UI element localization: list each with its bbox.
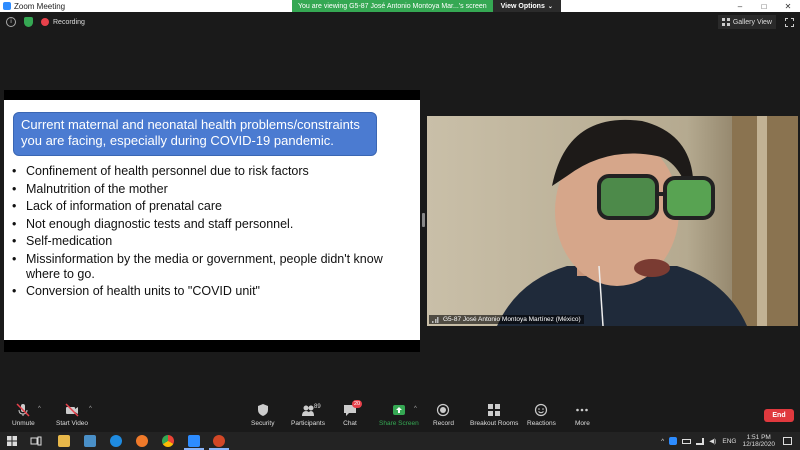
- clock-date: 12/18/2020: [742, 441, 775, 448]
- list-item: Malnutrition of the mother: [12, 182, 412, 197]
- share-screen-button[interactable]: Share Screen: [379, 403, 419, 427]
- chevron-down-icon: ⌄: [547, 3, 553, 10]
- video-options-chevron-icon[interactable]: ^: [89, 406, 92, 412]
- tray-app-icon[interactable]: [669, 437, 678, 445]
- video-frame: [427, 116, 798, 326]
- slide-heading: Current maternal and neonatal health pro…: [13, 112, 377, 156]
- zoom-app-icon: [3, 2, 11, 10]
- share-options-chevron-icon[interactable]: ^: [414, 406, 417, 412]
- close-button[interactable]: ✕: [776, 0, 800, 12]
- os-taskbar: ^ ◀) ENG 1:51 PM 12/18/2020: [0, 432, 800, 450]
- encryption-shield-icon[interactable]: [24, 17, 33, 27]
- share-screen-icon: [392, 405, 405, 415]
- start-video-label: Start Video: [56, 420, 89, 427]
- window-title: Zoom Meeting: [14, 1, 66, 11]
- start-video-button[interactable]: Start Video: [56, 403, 88, 427]
- system-tray: ^ ◀) ENG 1:51 PM 12/18/2020: [661, 432, 792, 450]
- view-options-label: View Options: [500, 2, 545, 10]
- video-off-icon: [65, 403, 79, 417]
- participants-count: 89: [314, 404, 321, 410]
- volume-icon[interactable]: ◀): [709, 437, 716, 445]
- participant-name-label: G5-87 José Antonio Montoya Martínez (Méx…: [429, 315, 584, 324]
- resize-handle[interactable]: [422, 213, 425, 227]
- list-item: Self-medication: [12, 234, 412, 249]
- notepad-icon[interactable]: [84, 435, 96, 447]
- signal-strength-icon: [432, 316, 440, 323]
- gallery-view-button[interactable]: Gallery View: [717, 15, 776, 29]
- view-options-button[interactable]: View Options ⌄: [492, 0, 561, 12]
- security-button[interactable]: Security: [251, 403, 274, 427]
- reactions-button[interactable]: Reactions: [527, 403, 556, 427]
- language-indicator[interactable]: ENG: [722, 438, 736, 445]
- unmute-label: Unmute: [12, 420, 35, 427]
- end-meeting-button[interactable]: End: [764, 409, 794, 422]
- recording-dot-icon: [41, 18, 49, 26]
- record-button[interactable]: Record: [433, 403, 454, 427]
- notifications-icon[interactable]: [783, 437, 792, 445]
- participants-label: Participants: [291, 420, 325, 427]
- edge-browser-icon[interactable]: [110, 435, 122, 447]
- chrome-icon[interactable]: [162, 435, 174, 447]
- fullscreen-icon[interactable]: [785, 18, 794, 27]
- list-item: Confinement of health personnel due to r…: [12, 164, 412, 179]
- network-icon[interactable]: [696, 437, 705, 445]
- reactions-label: Reactions: [527, 420, 556, 427]
- zoom-taskbar-icon[interactable]: [188, 435, 200, 447]
- window-controls: – □ ✕: [728, 0, 800, 12]
- recording-label: Recording: [53, 18, 85, 26]
- clock[interactable]: 1:51 PM 12/18/2020: [742, 434, 775, 448]
- more-dots-icon: [576, 408, 589, 412]
- chat-unread-badge: 20: [352, 400, 363, 408]
- more-label: More: [575, 420, 590, 427]
- file-explorer-icon[interactable]: [58, 435, 70, 447]
- chat-button[interactable]: 20 Chat: [343, 400, 363, 427]
- maximize-button[interactable]: □: [752, 0, 776, 12]
- list-item: Missinformation by the media or governme…: [12, 252, 412, 282]
- security-label: Security: [251, 420, 275, 427]
- chevron-up-icon[interactable]: ^: [661, 438, 664, 445]
- meeting-toolbar: Unmute ^ Start Video ^ Security 89 Parti…: [0, 400, 800, 432]
- minimize-button[interactable]: –: [728, 0, 752, 12]
- shield-icon: [257, 404, 268, 416]
- list-item: Lack of information of prenatal care: [12, 199, 412, 214]
- breakout-rooms-button[interactable]: Breakout Rooms: [470, 403, 518, 427]
- viewing-banner-text: You are viewing G5-87 José Antonio Monto…: [298, 2, 487, 10]
- slide-bullet-list: Confinement of health personnel due to r…: [12, 164, 412, 302]
- shared-screen: Current maternal and neonatal health pro…: [4, 90, 420, 352]
- firefox-icon[interactable]: [136, 435, 148, 447]
- participant-video[interactable]: G5-87 José Antonio Montoya Martínez (Méx…: [427, 116, 798, 326]
- reactions-icon: [535, 403, 548, 417]
- grid-icon: [721, 18, 730, 26]
- list-item: Not enough diagnostic tests and staff pe…: [12, 217, 412, 232]
- gallery-view-label: Gallery View: [732, 18, 772, 26]
- muted-microphone-icon: [16, 403, 30, 417]
- unmute-button[interactable]: Unmute: [12, 403, 35, 427]
- record-label: Record: [433, 420, 454, 427]
- breakout-rooms-icon: [488, 404, 501, 416]
- list-item: Conversion of health units to "COVID uni…: [12, 284, 412, 299]
- record-icon: [437, 403, 450, 417]
- chat-icon-wrap: 20: [343, 400, 363, 417]
- meeting-top-bar: i Recording Gallery View: [0, 12, 800, 32]
- chat-label: Chat: [343, 420, 357, 427]
- recording-indicator[interactable]: Recording: [41, 18, 85, 26]
- more-button[interactable]: More: [575, 403, 590, 427]
- breakout-rooms-label: Breakout Rooms: [470, 420, 519, 427]
- powerpoint-icon[interactable]: [213, 435, 225, 447]
- participants-button[interactable]: 89 Participants: [291, 403, 325, 427]
- screen-share-banner: You are viewing G5-87 José Antonio Monto…: [292, 0, 561, 12]
- battery-icon[interactable]: [682, 438, 692, 444]
- clock-time: 1:51 PM: [746, 434, 771, 441]
- participant-name: G5-87 José Antonio Montoya Martínez (Méx…: [443, 316, 581, 323]
- task-view-icon[interactable]: [30, 435, 42, 447]
- slide: Current maternal and neonatal health pro…: [4, 100, 420, 340]
- share-screen-label: Share Screen: [379, 420, 419, 427]
- audio-options-chevron-icon[interactable]: ^: [38, 406, 41, 412]
- participants-icon: [301, 405, 314, 416]
- info-icon[interactable]: i: [6, 17, 16, 27]
- windows-start-icon[interactable]: [6, 435, 18, 447]
